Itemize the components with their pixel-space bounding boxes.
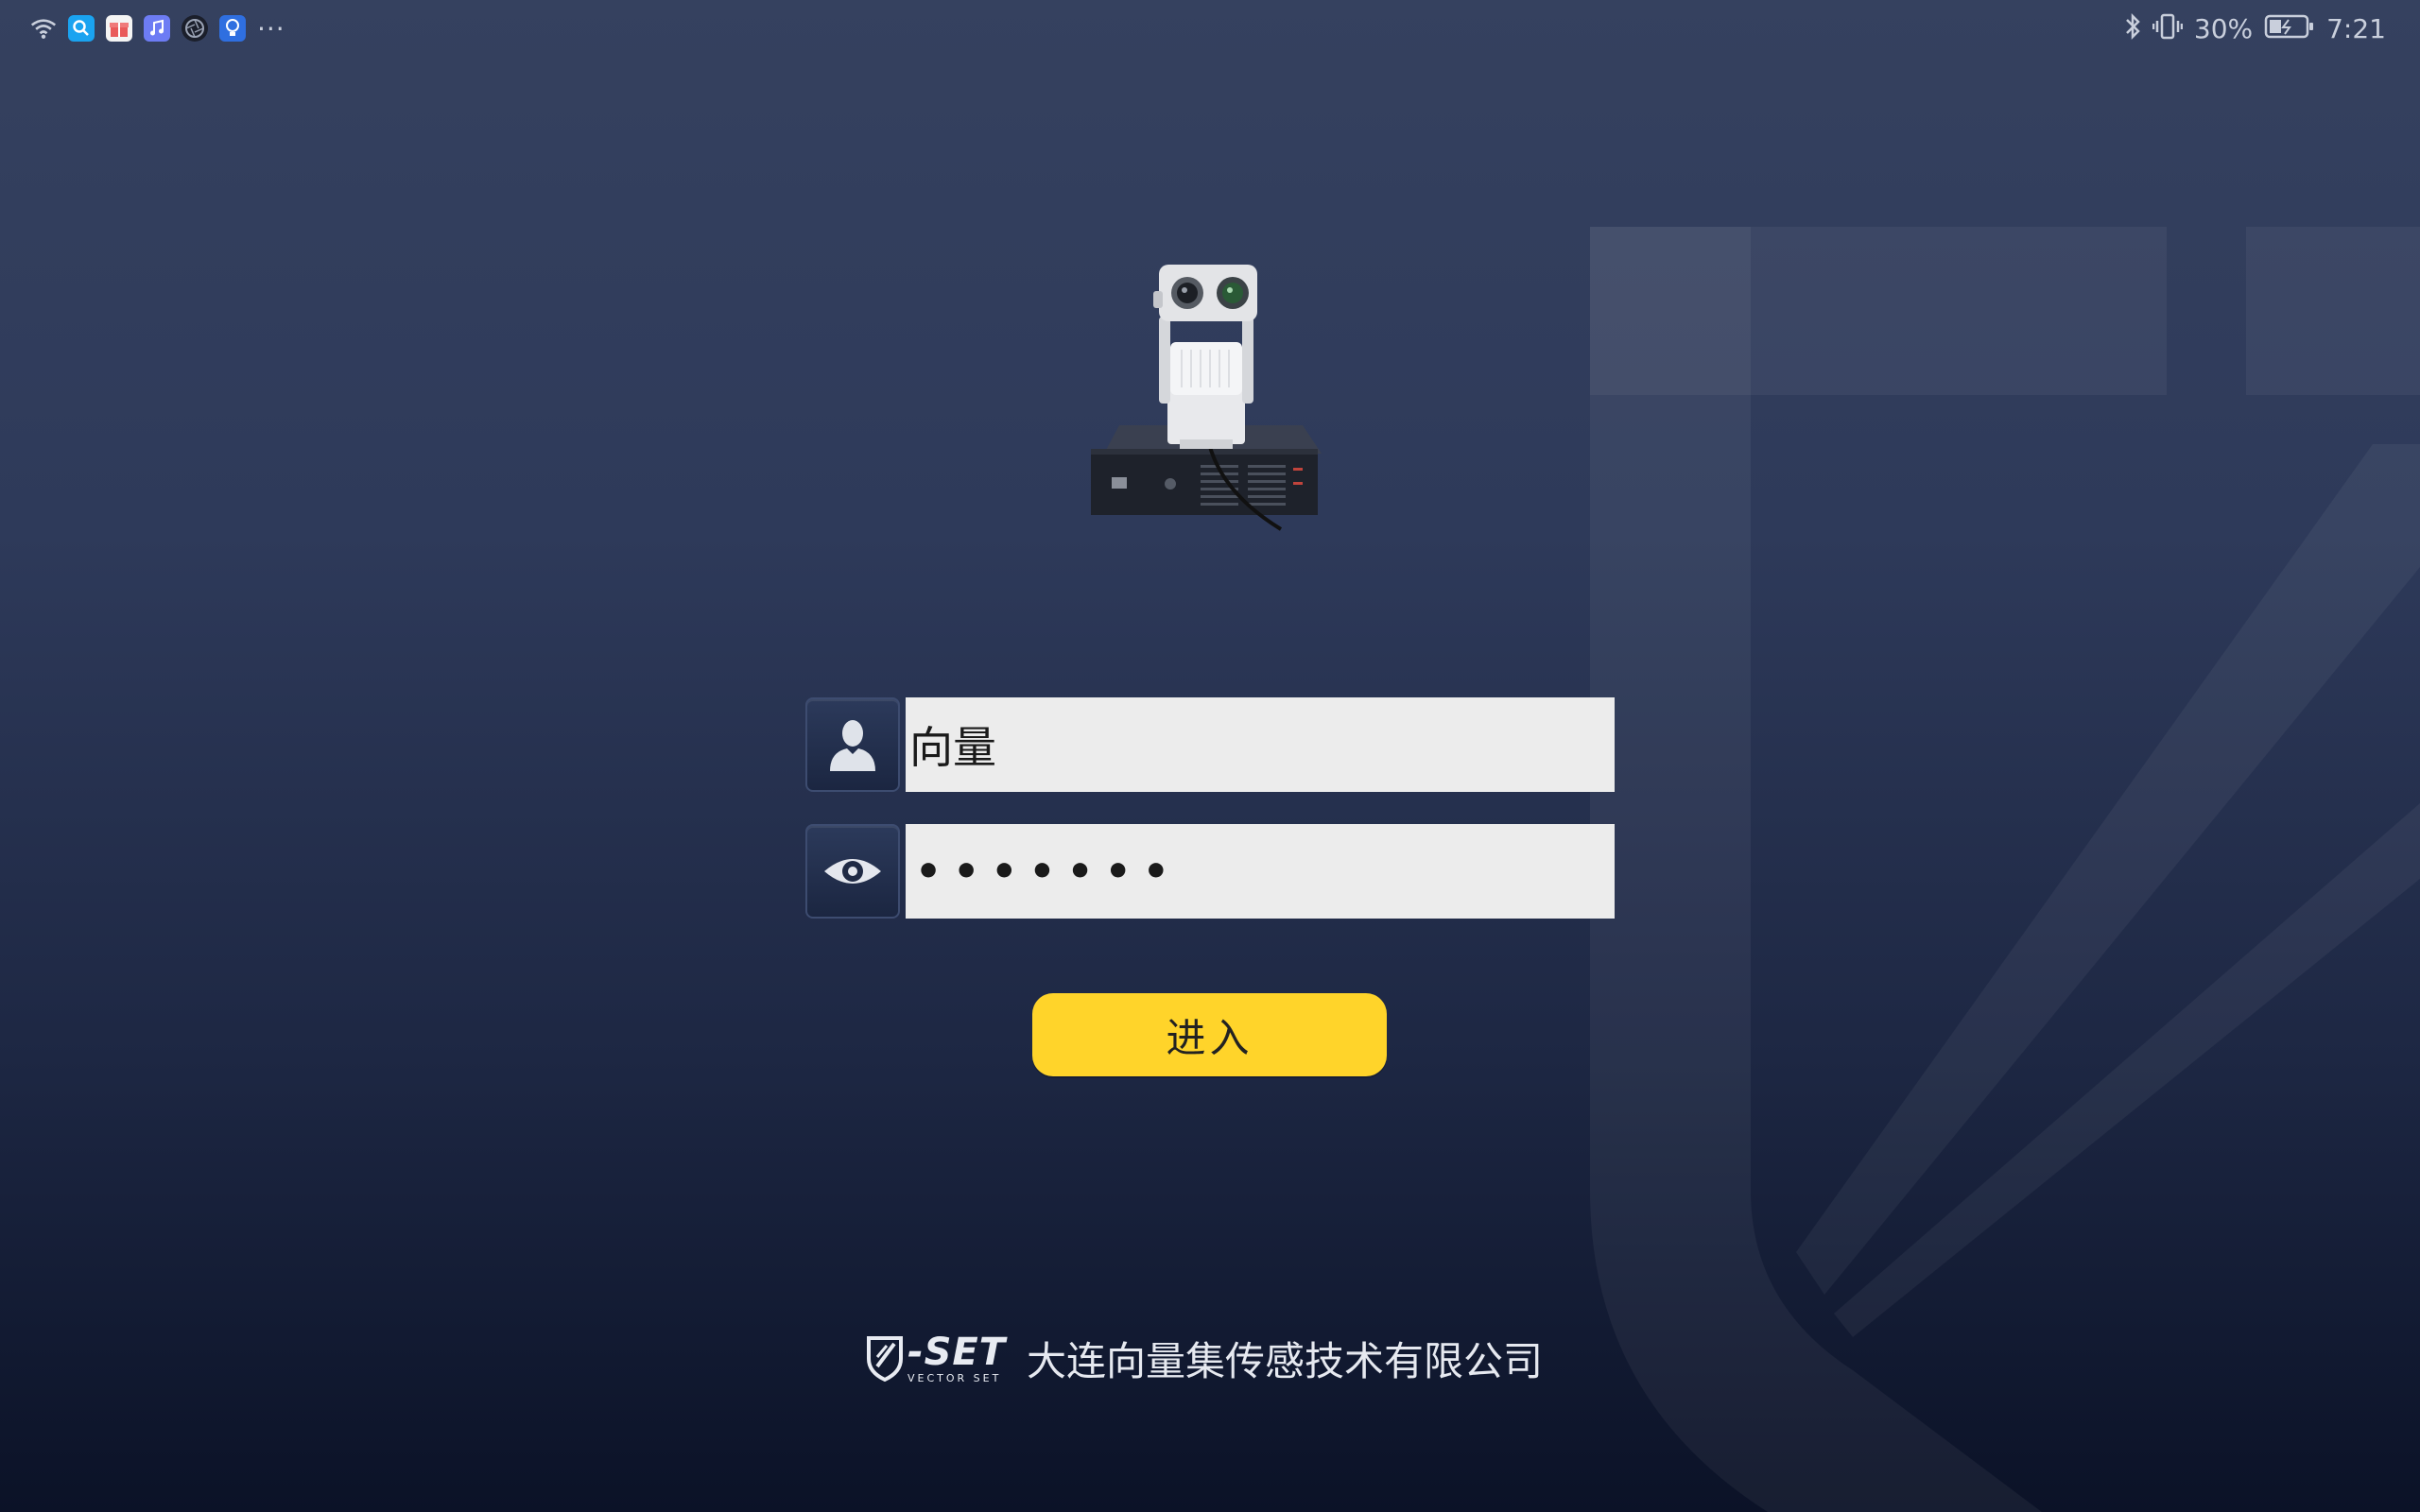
status-bar-right: 30% 7:21 [2124,12,2386,44]
music-app-icon [144,15,170,42]
eye-icon [824,859,881,884]
bluetooth-icon [2124,12,2141,44]
battery-charging-icon [2264,13,2315,43]
bulb-app-icon [219,15,246,42]
user-icon [830,720,875,771]
search-app-icon [68,15,95,42]
company-logo: -SET VECTOR SET [866,1333,1006,1383]
user-icon-box [805,697,900,792]
battery-percent: 30% [2193,12,2254,44]
brand-tagline: VECTOR SET [908,1371,1002,1384]
wifi-icon [30,15,57,42]
username-input[interactable]: 向量 [906,697,1615,792]
camera-app-icon [182,15,208,42]
enter-button[interactable]: 进入 [1032,993,1387,1076]
company-name: 大连向量集传感技术有限公司 [1027,1337,1544,1384]
password-input[interactable]: ••••••• [906,824,1615,919]
brand-wordmark: -SET [908,1330,1007,1374]
footer-brand: -SET VECTOR SET 大连向量集传感技术有限公司 [866,1325,1543,1391]
device-image [1091,265,1322,531]
status-bar-left: ··· [30,13,285,44]
gift-app-icon [106,15,132,42]
show-password-toggle[interactable] [805,824,900,919]
password-row: ••••••• [805,824,1615,919]
clock-time: 7:21 [2326,12,2386,44]
brand-name: -SET VECTOR SET [908,1333,1006,1383]
status-bar: ··· 30% 7:21 [0,0,2420,57]
username-row: 向量 [805,697,1615,792]
more-notifications-icon: ··· [257,12,285,44]
shield-logo-icon [867,1336,903,1382]
vibrate-icon [2152,12,2184,44]
